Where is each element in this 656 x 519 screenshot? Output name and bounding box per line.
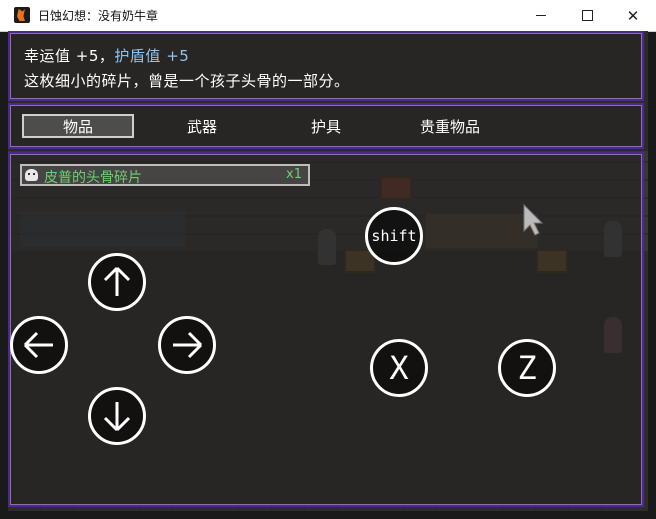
item-list-window: 皮普的头骨碎片 x1: [8, 152, 644, 507]
category-window: 物品 武器 护具 贵重物品: [8, 103, 644, 149]
z-button[interactable]: Z: [498, 339, 556, 397]
shield-value: +5: [166, 47, 190, 65]
luck-value: +5，: [75, 47, 115, 65]
shield-label: 护盾值: [114, 47, 161, 65]
game-canvas[interactable]: 幸运值 +5，护盾值 +5 这枚细小的碎片，曾是一个孩子头骨的一部分。 物品 武…: [8, 31, 648, 511]
tab-items[interactable]: 物品: [22, 114, 134, 138]
list-item[interactable]: 皮普的头骨碎片 x1: [20, 164, 310, 186]
app-icon: [14, 7, 30, 23]
minimize-button[interactable]: [518, 0, 564, 31]
x-label: X: [389, 349, 409, 387]
shift-label: shift: [371, 227, 417, 245]
help-window: 幸运值 +5，护盾值 +5 这枚细小的碎片，曾是一个孩子头骨的一部分。: [8, 31, 644, 101]
down-arrow-button[interactable]: [88, 387, 146, 445]
window-title: 日蚀幻想：没有奶牛章: [38, 9, 159, 23]
close-button[interactable]: ✕: [610, 0, 656, 31]
arrow-up-icon: [103, 266, 131, 296]
right-arrow-button[interactable]: [158, 316, 216, 374]
tab-weapons[interactable]: 武器: [146, 114, 258, 138]
item-name: 皮普的头骨碎片: [44, 170, 142, 186]
luck-label: 幸运值: [24, 47, 71, 65]
arrow-down-icon: [103, 402, 131, 432]
window-title-bar: 日蚀幻想：没有奶牛章 ✕: [0, 0, 656, 32]
arrow-left-icon: [23, 331, 53, 359]
x-button[interactable]: X: [370, 339, 428, 397]
arrow-right-icon: [173, 331, 203, 359]
item-description: 这枚细小的碎片，曾是一个孩子头骨的一部分。: [24, 72, 350, 90]
item-quantity: x1: [286, 167, 302, 182]
shift-button[interactable]: shift: [365, 207, 423, 265]
z-label: Z: [517, 349, 537, 387]
maximize-button[interactable]: [564, 0, 610, 31]
tab-armor[interactable]: 护具: [270, 114, 382, 138]
left-arrow-button[interactable]: [10, 316, 68, 374]
up-arrow-button[interactable]: [88, 253, 146, 311]
mouse-cursor-icon: [523, 203, 544, 236]
skull-icon: [25, 169, 38, 181]
item-stats: 幸运值 +5，护盾值 +5: [24, 45, 189, 66]
tab-key-items[interactable]: 贵重物品: [394, 114, 506, 138]
